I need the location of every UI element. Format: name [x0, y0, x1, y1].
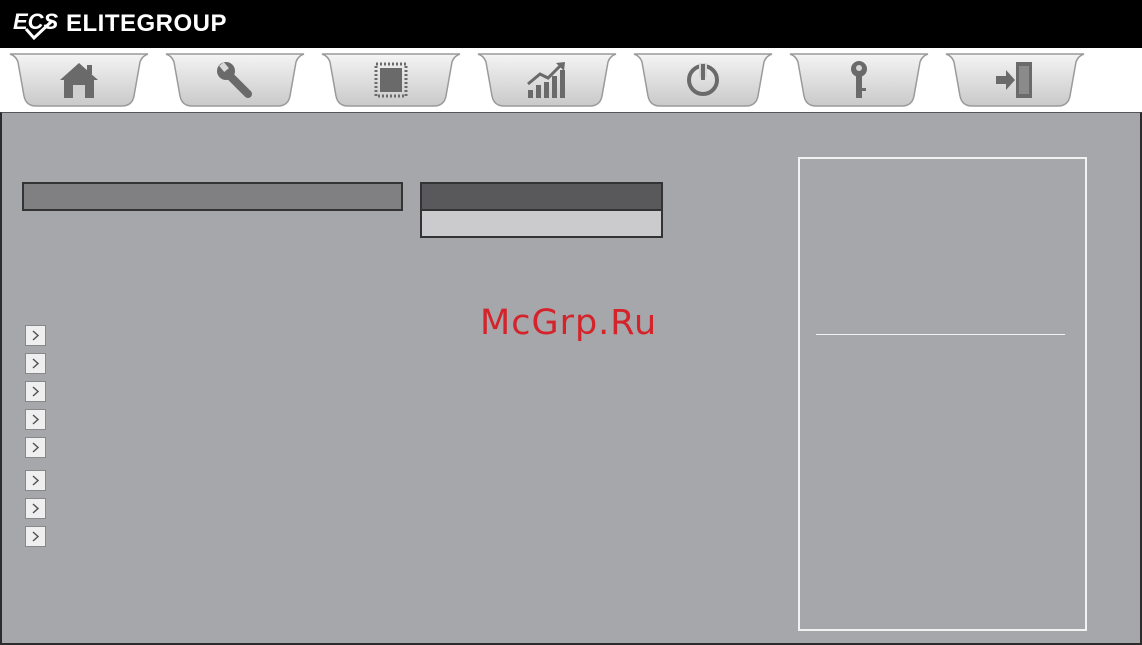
watermark-text: McGrp.Ru [480, 303, 658, 343]
tab-performance[interactable] [476, 52, 618, 110]
submenu-arrow-button[interactable] [25, 437, 46, 458]
main-content-area: McGrp.Ru [0, 112, 1142, 645]
tab-exit[interactable] [944, 52, 1086, 110]
chevron-right-icon [32, 386, 40, 397]
home-icon [56, 58, 102, 102]
help-panel [798, 157, 1087, 631]
brand-name: ELITEGROUP [66, 10, 228, 37]
submenu-arrow-button[interactable] [25, 381, 46, 402]
submenu-arrow-button[interactable] [25, 498, 46, 519]
key-icon [836, 58, 882, 102]
top-header-bar: ECS ELITEGROUP [0, 0, 1142, 48]
submenu-arrow-button[interactable] [25, 470, 46, 491]
value-header-bar [420, 182, 663, 211]
brand-logo: ECS ELITEGROUP [12, 6, 227, 42]
chevron-right-icon [32, 531, 40, 542]
navigation-tabbar [0, 48, 1142, 112]
chevron-right-icon [32, 414, 40, 425]
ecs-logo-icon: ECS [12, 7, 62, 41]
submenu-arrow-button[interactable] [25, 325, 46, 346]
tab-boot[interactable] [632, 52, 774, 110]
tab-chipset[interactable] [320, 52, 462, 110]
tab-main[interactable] [8, 52, 150, 110]
item-header-bar [22, 182, 403, 211]
chevron-right-icon [32, 358, 40, 369]
power-icon [680, 58, 726, 102]
chevron-right-icon [32, 475, 40, 486]
submenu-arrow-button[interactable] [25, 409, 46, 430]
chevron-right-icon [32, 503, 40, 514]
value-field[interactable] [420, 210, 663, 238]
chevron-right-icon [32, 330, 40, 341]
growth-chart-icon [524, 58, 570, 102]
chip-icon [368, 58, 414, 102]
submenu-arrow-button[interactable] [25, 526, 46, 547]
help-divider [816, 334, 1065, 335]
chevron-right-icon [32, 442, 40, 453]
exit-door-icon [992, 58, 1038, 102]
wrench-icon [212, 58, 258, 102]
submenu-arrow-button[interactable] [25, 353, 46, 374]
tab-security[interactable] [788, 52, 930, 110]
tab-advanced[interactable] [164, 52, 306, 110]
